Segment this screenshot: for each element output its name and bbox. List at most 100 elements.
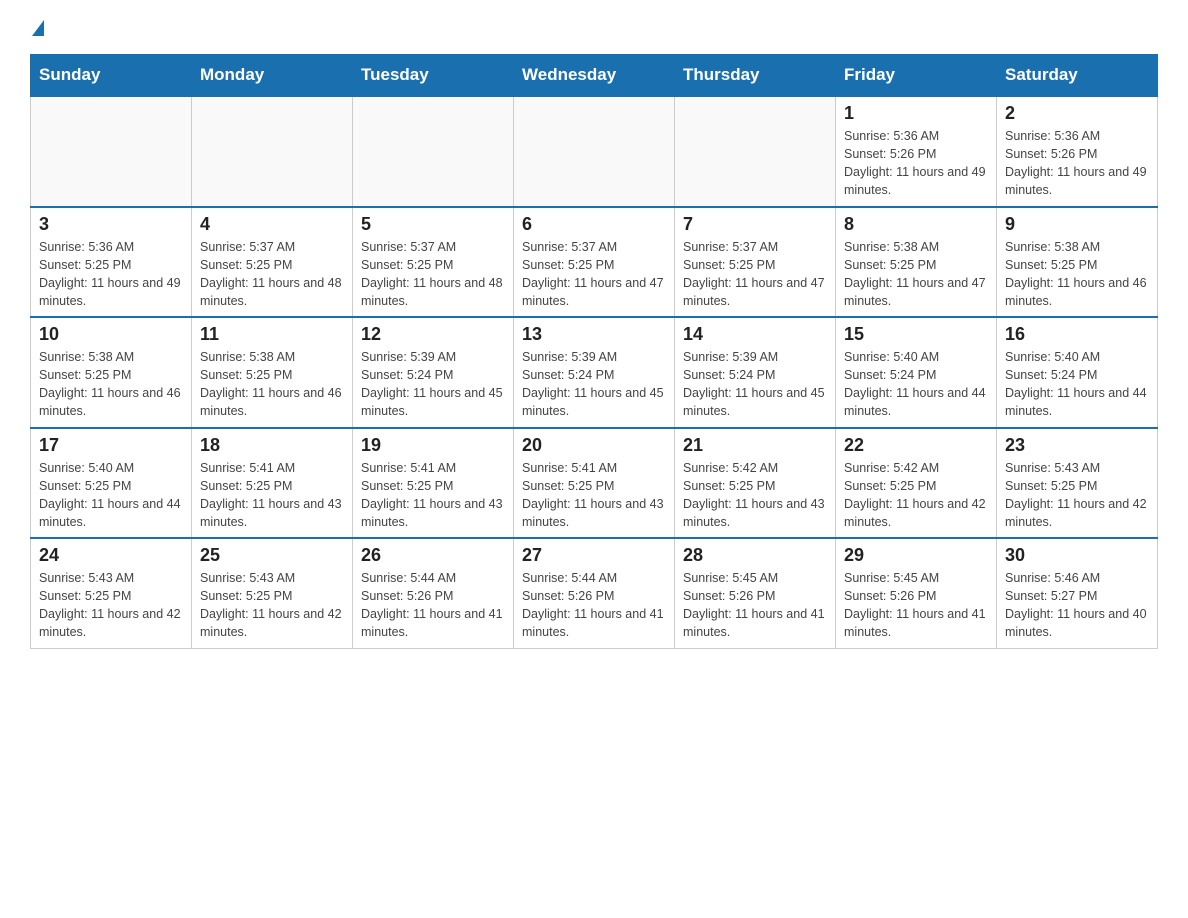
calendar-cell: 18 Sunrise: 5:41 AMSunset: 5:25 PMDayligh… xyxy=(192,428,353,539)
calendar-cell: 9 Sunrise: 5:38 AMSunset: 5:25 PMDaylight… xyxy=(997,207,1158,318)
calendar-cell: 19 Sunrise: 5:41 AMSunset: 5:25 PMDayligh… xyxy=(353,428,514,539)
calendar-cell: 2 Sunrise: 5:36 AMSunset: 5:26 PMDaylight… xyxy=(997,96,1158,207)
calendar-cell: 10 Sunrise: 5:38 AMSunset: 5:25 PMDayligh… xyxy=(31,317,192,428)
calendar-cell: 17Sunrise: 5:40 AMSunset: 5:25 PMDayligh… xyxy=(31,428,192,539)
calendar-cell: 24 Sunrise: 5:43 AMSunset: 5:25 PMDayligh… xyxy=(31,538,192,648)
day-info: Sunrise: 5:36 AMSunset: 5:25 PMDaylight:… xyxy=(39,238,183,311)
calendar-cell: 27 Sunrise: 5:44 AMSunset: 5:26 PMDayligh… xyxy=(514,538,675,648)
calendar-cell: 22Sunrise: 5:42 AMSunset: 5:25 PMDayligh… xyxy=(836,428,997,539)
day-info: Sunrise: 5:40 AMSunset: 5:24 PMDaylight:… xyxy=(1005,348,1149,421)
day-number: 25 xyxy=(200,545,344,566)
calendar-table: SundayMondayTuesdayWednesdayThursdayFrid… xyxy=(30,54,1158,649)
logo-triangle-icon xyxy=(32,20,44,36)
calendar-cell xyxy=(31,96,192,207)
day-number: 2 xyxy=(1005,103,1149,124)
day-number: 29 xyxy=(844,545,988,566)
calendar-cell: 7 Sunrise: 5:37 AMSunset: 5:25 PMDaylight… xyxy=(675,207,836,318)
day-number: 26 xyxy=(361,545,505,566)
day-number: 7 xyxy=(683,214,827,235)
day-number: 1 xyxy=(844,103,988,124)
day-info: Sunrise: 5:39 AMSunset: 5:24 PMDaylight:… xyxy=(522,348,666,421)
day-info: Sunrise: 5:39 AMSunset: 5:24 PMDaylight:… xyxy=(683,348,827,421)
calendar-cell: 15 Sunrise: 5:40 AMSunset: 5:24 PMDayligh… xyxy=(836,317,997,428)
day-info: Sunrise: 5:37 AMSunset: 5:25 PMDaylight:… xyxy=(361,238,505,311)
day-number: 24 xyxy=(39,545,183,566)
day-info: Sunrise: 5:41 AMSunset: 5:25 PMDaylight:… xyxy=(200,459,344,532)
calendar-cell: 28 Sunrise: 5:45 AMSunset: 5:26 PMDayligh… xyxy=(675,538,836,648)
calendar-cell xyxy=(192,96,353,207)
day-info: Sunrise: 5:46 AMSunset: 5:27 PMDaylight:… xyxy=(1005,569,1149,642)
calendar-cell: 16 Sunrise: 5:40 AMSunset: 5:24 PMDayligh… xyxy=(997,317,1158,428)
calendar-cell: 6Sunrise: 5:37 AMSunset: 5:25 PMDaylight… xyxy=(514,207,675,318)
day-info: Sunrise: 5:40 AMSunset: 5:24 PMDaylight:… xyxy=(844,348,988,421)
day-info: Sunrise: 5:44 AMSunset: 5:26 PMDaylight:… xyxy=(361,569,505,642)
week-row-5: 24 Sunrise: 5:43 AMSunset: 5:25 PMDayligh… xyxy=(31,538,1158,648)
calendar-cell: 29 Sunrise: 5:45 AMSunset: 5:26 PMDayligh… xyxy=(836,538,997,648)
calendar-header-row: SundayMondayTuesdayWednesdayThursdayFrid… xyxy=(31,55,1158,97)
day-number: 3 xyxy=(39,214,183,235)
day-info: Sunrise: 5:39 AMSunset: 5:24 PMDaylight:… xyxy=(361,348,505,421)
day-info: Sunrise: 5:37 AMSunset: 5:25 PMDaylight:… xyxy=(683,238,827,311)
day-number: 11 xyxy=(200,324,344,345)
day-info: Sunrise: 5:38 AMSunset: 5:25 PMDaylight:… xyxy=(39,348,183,421)
day-info: Sunrise: 5:42 AMSunset: 5:25 PMDaylight:… xyxy=(844,459,988,532)
calendar-cell: 3 Sunrise: 5:36 AMSunset: 5:25 PMDaylight… xyxy=(31,207,192,318)
day-number: 8 xyxy=(844,214,988,235)
day-number: 21 xyxy=(683,435,827,456)
calendar-cell: 30 Sunrise: 5:46 AMSunset: 5:27 PMDayligh… xyxy=(997,538,1158,648)
day-number: 19 xyxy=(361,435,505,456)
day-number: 18 xyxy=(200,435,344,456)
day-info: Sunrise: 5:44 AMSunset: 5:26 PMDaylight:… xyxy=(522,569,666,642)
day-number: 27 xyxy=(522,545,666,566)
day-number: 28 xyxy=(683,545,827,566)
calendar-cell: 4 Sunrise: 5:37 AMSunset: 5:25 PMDaylight… xyxy=(192,207,353,318)
day-info: Sunrise: 5:43 AMSunset: 5:25 PMDaylight:… xyxy=(1005,459,1149,532)
calendar-cell: 1 Sunrise: 5:36 AMSunset: 5:26 PMDaylight… xyxy=(836,96,997,207)
day-info: Sunrise: 5:38 AMSunset: 5:25 PMDaylight:… xyxy=(1005,238,1149,311)
day-number: 15 xyxy=(844,324,988,345)
calendar-cell xyxy=(353,96,514,207)
day-info: Sunrise: 5:45 AMSunset: 5:26 PMDaylight:… xyxy=(683,569,827,642)
day-info: Sunrise: 5:36 AMSunset: 5:26 PMDaylight:… xyxy=(1005,127,1149,200)
column-header-tuesday: Tuesday xyxy=(353,55,514,97)
day-info: Sunrise: 5:36 AMSunset: 5:26 PMDaylight:… xyxy=(844,127,988,200)
day-info: Sunrise: 5:38 AMSunset: 5:25 PMDaylight:… xyxy=(200,348,344,421)
calendar-cell xyxy=(514,96,675,207)
day-number: 30 xyxy=(1005,545,1149,566)
day-info: Sunrise: 5:41 AMSunset: 5:25 PMDaylight:… xyxy=(522,459,666,532)
day-number: 16 xyxy=(1005,324,1149,345)
calendar-cell xyxy=(675,96,836,207)
day-number: 23 xyxy=(1005,435,1149,456)
week-row-1: 1 Sunrise: 5:36 AMSunset: 5:26 PMDaylight… xyxy=(31,96,1158,207)
week-row-4: 17Sunrise: 5:40 AMSunset: 5:25 PMDayligh… xyxy=(31,428,1158,539)
header xyxy=(30,20,1158,36)
column-header-saturday: Saturday xyxy=(997,55,1158,97)
column-header-thursday: Thursday xyxy=(675,55,836,97)
week-row-2: 3 Sunrise: 5:36 AMSunset: 5:25 PMDaylight… xyxy=(31,207,1158,318)
day-info: Sunrise: 5:43 AMSunset: 5:25 PMDaylight:… xyxy=(39,569,183,642)
calendar-cell: 13Sunrise: 5:39 AMSunset: 5:24 PMDayligh… xyxy=(514,317,675,428)
day-info: Sunrise: 5:38 AMSunset: 5:25 PMDaylight:… xyxy=(844,238,988,311)
calendar-cell: 23 Sunrise: 5:43 AMSunset: 5:25 PMDayligh… xyxy=(997,428,1158,539)
day-info: Sunrise: 5:45 AMSunset: 5:26 PMDaylight:… xyxy=(844,569,988,642)
day-number: 10 xyxy=(39,324,183,345)
column-header-friday: Friday xyxy=(836,55,997,97)
day-info: Sunrise: 5:37 AMSunset: 5:25 PMDaylight:… xyxy=(200,238,344,311)
day-number: 14 xyxy=(683,324,827,345)
day-number: 17 xyxy=(39,435,183,456)
calendar-cell: 21 Sunrise: 5:42 AMSunset: 5:25 PMDayligh… xyxy=(675,428,836,539)
calendar-cell: 14 Sunrise: 5:39 AMSunset: 5:24 PMDayligh… xyxy=(675,317,836,428)
calendar-cell: 5 Sunrise: 5:37 AMSunset: 5:25 PMDaylight… xyxy=(353,207,514,318)
day-number: 4 xyxy=(200,214,344,235)
day-number: 5 xyxy=(361,214,505,235)
week-row-3: 10 Sunrise: 5:38 AMSunset: 5:25 PMDayligh… xyxy=(31,317,1158,428)
day-number: 9 xyxy=(1005,214,1149,235)
day-info: Sunrise: 5:42 AMSunset: 5:25 PMDaylight:… xyxy=(683,459,827,532)
calendar-cell: 8 Sunrise: 5:38 AMSunset: 5:25 PMDaylight… xyxy=(836,207,997,318)
day-number: 20 xyxy=(522,435,666,456)
day-info: Sunrise: 5:41 AMSunset: 5:25 PMDaylight:… xyxy=(361,459,505,532)
logo xyxy=(30,20,44,36)
day-number: 12 xyxy=(361,324,505,345)
day-number: 6 xyxy=(522,214,666,235)
calendar-cell: 12 Sunrise: 5:39 AMSunset: 5:24 PMDayligh… xyxy=(353,317,514,428)
